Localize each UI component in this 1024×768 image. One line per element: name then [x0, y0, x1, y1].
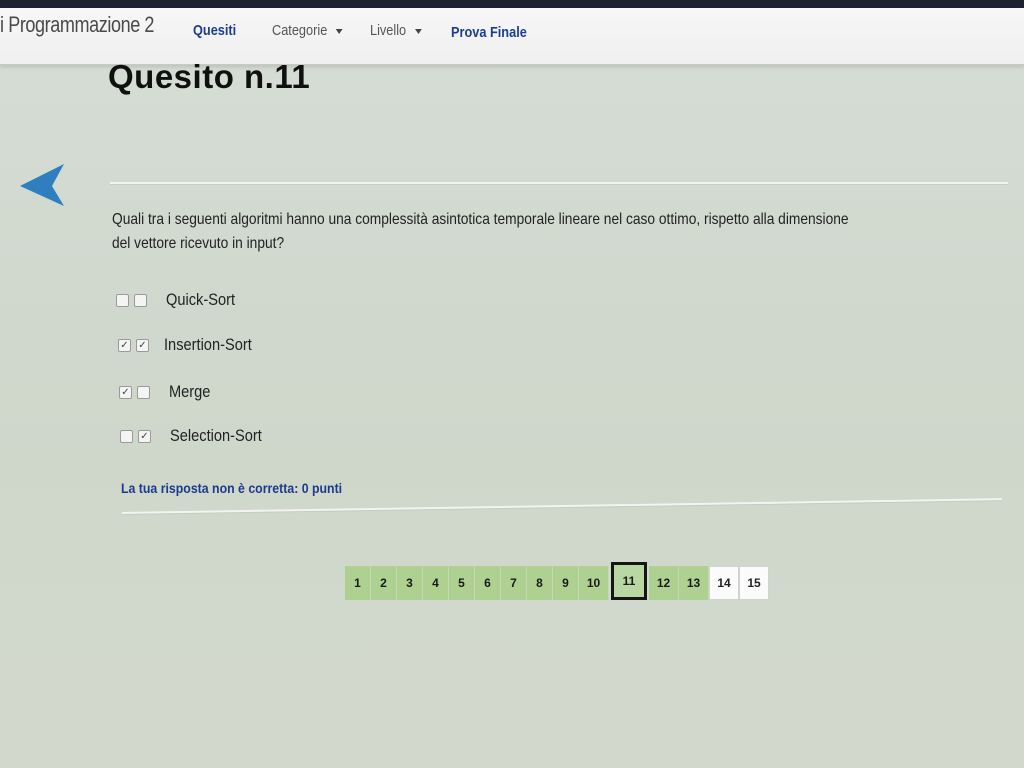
chevron-down-icon	[335, 28, 343, 34]
page-button[interactable]: 6	[475, 566, 501, 600]
option-quick-sort[interactable]: Quick-Sort	[116, 288, 246, 312]
nav-prova-finale-label: Prova Finale	[451, 24, 527, 41]
answer-checkbox[interactable]: ✓	[136, 338, 149, 352]
nav-categorie-dropdown[interactable]: Categorie	[272, 22, 343, 39]
expected-checkbox	[120, 429, 133, 443]
nav-quesiti[interactable]: Quesiti	[193, 22, 236, 39]
expected-checkbox	[116, 293, 129, 307]
result-feedback: La tua risposta non è corretta: 0 punti	[121, 480, 343, 496]
page-button[interactable]: 13	[679, 566, 709, 600]
back-arrow-icon[interactable]	[18, 162, 68, 208]
page-button[interactable]: 10	[579, 566, 609, 600]
page-button[interactable]: 5	[449, 566, 475, 600]
chevron-down-icon	[414, 28, 422, 34]
page-button-current[interactable]: 11	[611, 562, 647, 600]
option-label: Merge	[169, 382, 211, 401]
nav-categorie-label: Categorie	[272, 22, 328, 39]
answer-checkbox[interactable]	[137, 385, 150, 399]
page-button[interactable]: 1	[345, 566, 371, 600]
nav-prova-finale[interactable]: Prova Finale	[451, 24, 527, 41]
option-label: Insertion-Sort	[164, 335, 252, 354]
expected-checkbox: ✓	[118, 338, 131, 352]
option-merge[interactable]: ✓ Merge	[119, 380, 217, 404]
divider-top	[110, 182, 1008, 184]
page-button[interactable]: 12	[649, 566, 679, 600]
page-title: Quesito n.11	[108, 58, 311, 95]
page-button[interactable]: 14	[709, 566, 739, 600]
page-button[interactable]: 15	[739, 566, 769, 600]
page-button[interactable]: 3	[397, 566, 423, 600]
option-insertion-sort[interactable]: ✓ ✓ Insertion-Sort	[118, 333, 266, 357]
screen-bezel	[0, 0, 1024, 8]
option-label: Quick-Sort	[166, 290, 236, 309]
answer-checkbox[interactable]: ✓	[138, 429, 151, 443]
nav-livello-label: Livello	[370, 22, 407, 39]
page-button[interactable]: 9	[553, 566, 579, 600]
nav-livello-dropdown[interactable]: Livello	[370, 22, 422, 39]
page-button[interactable]: 2	[371, 566, 397, 600]
option-label: Selection-Sort	[170, 426, 262, 445]
expected-checkbox: ✓	[119, 385, 132, 399]
option-selection-sort[interactable]: ✓ Selection-Sort	[120, 424, 277, 448]
nav-quesiti-label: Quesiti	[193, 22, 237, 39]
page-button[interactable]: 8	[527, 566, 553, 600]
top-navbar: i Programmazione 2 Quesiti Categorie Liv…	[0, 8, 1024, 65]
brand-title[interactable]: i Programmazione 2	[0, 12, 154, 38]
question-pagination: 1 2 3 4 5 6 7 8 9 10 11 12 13 14 15	[345, 562, 769, 600]
divider-bottom	[121, 498, 1002, 514]
answer-checkbox[interactable]	[134, 293, 147, 307]
page-button[interactable]: 7	[501, 566, 527, 600]
question-text: Quali tra i seguenti algoritmi hanno una…	[112, 211, 849, 252]
page-button[interactable]: 4	[423, 566, 449, 600]
